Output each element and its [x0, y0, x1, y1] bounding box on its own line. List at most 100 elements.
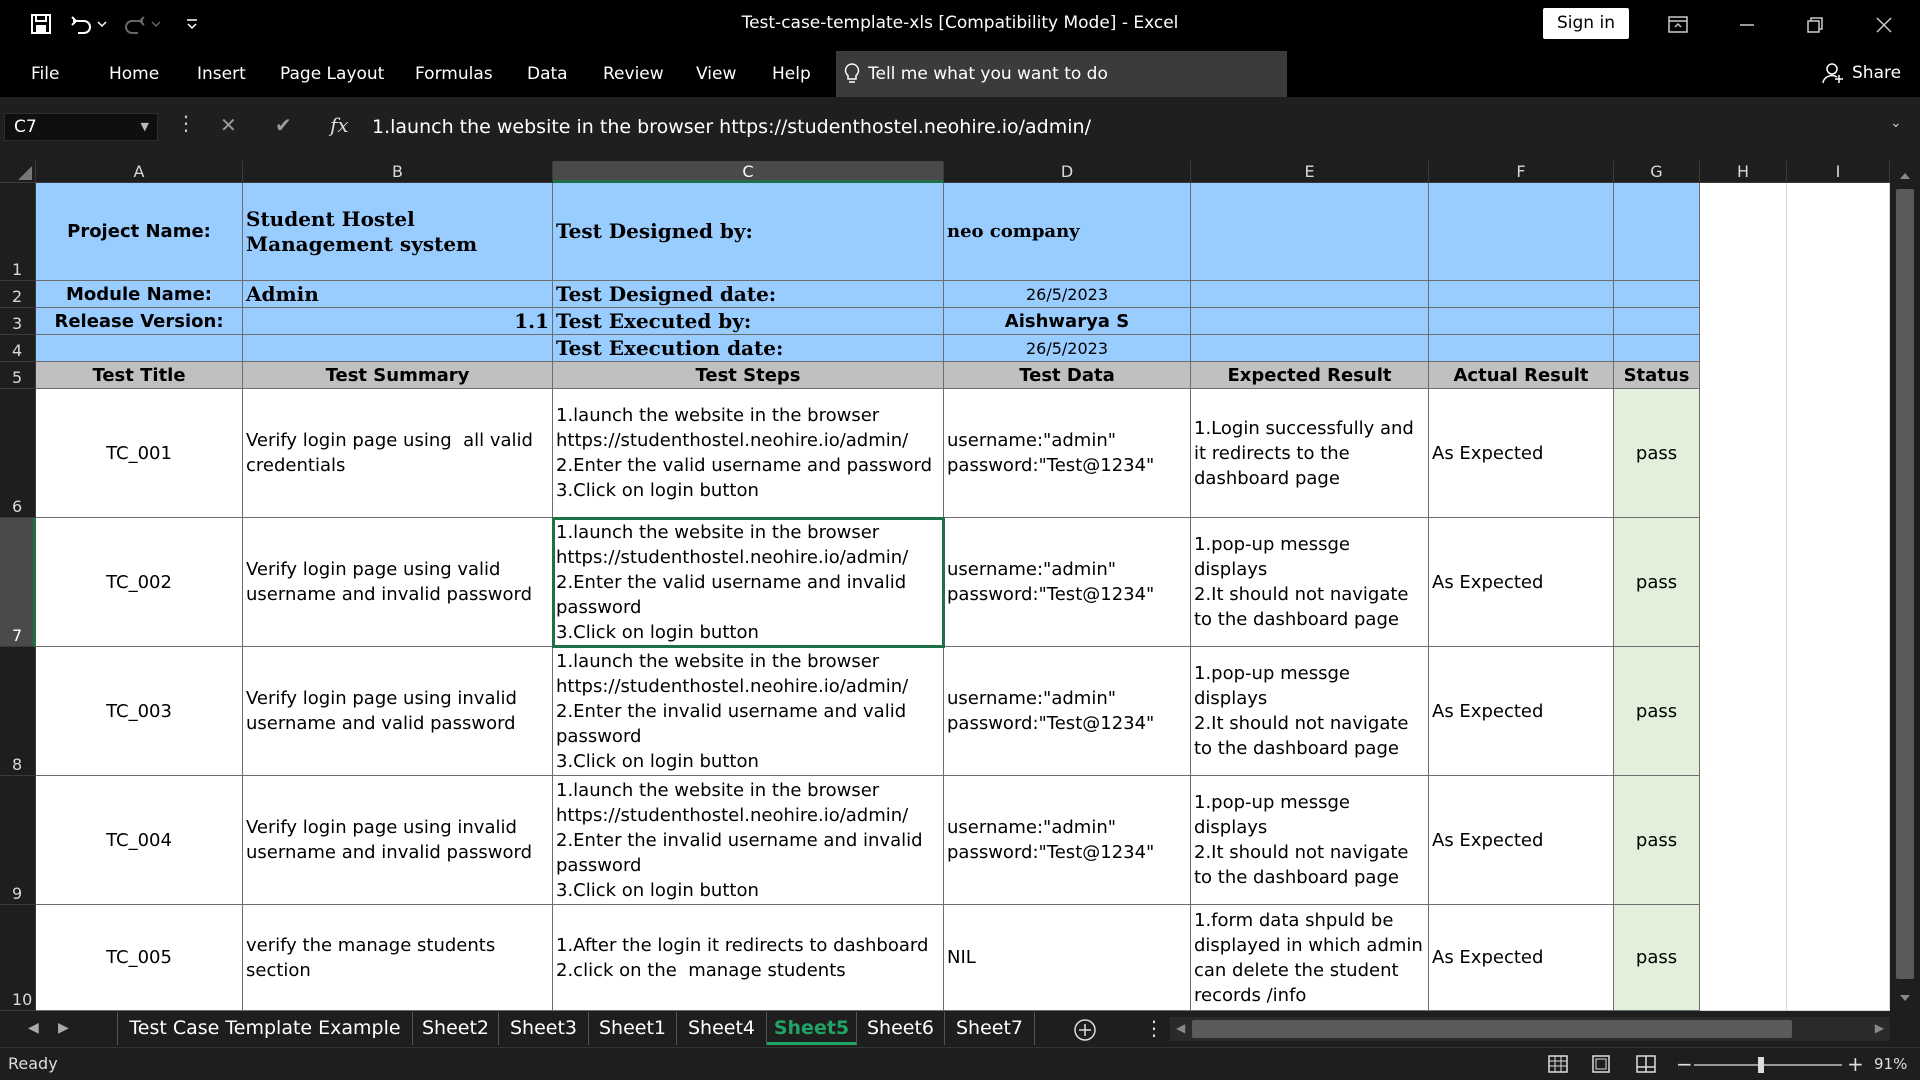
- zoom-in-icon[interactable]: +: [1847, 1052, 1864, 1076]
- cell-actual-result[interactable]: As Expected: [1429, 518, 1614, 647]
- cell-expected-result[interactable]: 1.Login successfully and it redirects to…: [1191, 389, 1429, 518]
- zoom-out-icon[interactable]: −: [1676, 1052, 1693, 1076]
- row-header-8[interactable]: 8: [0, 647, 36, 776]
- empty-cell[interactable]: [1429, 335, 1614, 362]
- header-test-summary[interactable]: Test Summary: [243, 362, 553, 389]
- header-expected-result[interactable]: Expected Result: [1191, 362, 1429, 389]
- cell-test-title[interactable]: TC_005: [36, 905, 243, 1011]
- cell-expected-result[interactable]: 1.pop-up messge displays 2.It should not…: [1191, 647, 1429, 776]
- cell-status[interactable]: pass: [1614, 905, 1700, 1011]
- empty-cell[interactable]: [1614, 183, 1700, 281]
- cell-actual-result[interactable]: As Expected: [1429, 647, 1614, 776]
- cell-test-title[interactable]: TC_004: [36, 776, 243, 905]
- header-actual-result[interactable]: Actual Result: [1429, 362, 1614, 389]
- row-header-5[interactable]: 5: [0, 362, 36, 389]
- cell-test-steps[interactable]: 1.After the login it redirects to dashbo…: [553, 905, 944, 1011]
- test-designed-by-value[interactable]: neo company: [944, 183, 1191, 281]
- cell-test-data[interactable]: username:"admin" password:"Test@1234": [944, 389, 1191, 518]
- cell-status[interactable]: pass: [1614, 776, 1700, 905]
- worksheet-grid[interactable]: A B C D E F G H I 1 2 3 4 5 6 7 8 9 10 P…: [0, 161, 1890, 1012]
- cell-test-steps[interactable]: 1.launch the website in the browser http…: [553, 647, 944, 776]
- zoom-slider[interactable]: [1694, 1064, 1842, 1066]
- cell-test-summary[interactable]: verify the manage students section: [243, 905, 553, 1011]
- cell-test-data[interactable]: NIL: [944, 905, 1191, 1011]
- column-header-h[interactable]: H: [1700, 161, 1787, 183]
- empty-cell[interactable]: [1429, 281, 1614, 308]
- sheet-tab-sheet2[interactable]: Sheet2: [413, 1012, 499, 1045]
- page-layout-view-icon[interactable]: [1592, 1055, 1610, 1073]
- cell-expected-result[interactable]: 1.form data shpuld be displayed in which…: [1191, 905, 1429, 1011]
- tab-help[interactable]: Help: [772, 64, 811, 84]
- zoom-level[interactable]: 91%: [1874, 1055, 1907, 1073]
- expand-formula-bar-icon[interactable]: ⌄: [1890, 115, 1902, 131]
- cell-test-data[interactable]: username:"admin" password:"Test@1234": [944, 518, 1191, 647]
- column-header-a[interactable]: A: [36, 161, 243, 183]
- name-box-dropdown-icon[interactable]: ▼: [141, 114, 149, 140]
- zoom-slider-thumb[interactable]: [1758, 1057, 1764, 1073]
- cancel-formula-icon[interactable]: ✕: [220, 113, 237, 137]
- more-options-icon[interactable]: ⋮: [176, 111, 196, 135]
- column-header-e[interactable]: E: [1191, 161, 1429, 183]
- tab-file[interactable]: File: [31, 64, 59, 84]
- ribbon-display-options-icon[interactable]: [1663, 10, 1693, 40]
- cell-expected-result[interactable]: 1.pop-up messge displays 2.It should not…: [1191, 776, 1429, 905]
- cell-test-title[interactable]: TC_002: [36, 518, 243, 647]
- column-header-g[interactable]: G: [1614, 161, 1700, 183]
- cell-test-steps[interactable]: 1.launch the website in the browser http…: [553, 518, 944, 647]
- row-header-1[interactable]: 1: [0, 183, 36, 281]
- header-test-title[interactable]: Test Title: [36, 362, 243, 389]
- test-executed-by-value[interactable]: Aishwarya S: [944, 308, 1191, 335]
- empty-cell[interactable]: [1191, 335, 1429, 362]
- horizontal-scroll-thumb[interactable]: [1192, 1020, 1792, 1038]
- empty-cell[interactable]: [1614, 335, 1700, 362]
- tab-formulas[interactable]: Formulas: [415, 64, 493, 84]
- row-header-10[interactable]: 10: [0, 905, 36, 1011]
- cell-actual-result[interactable]: As Expected: [1429, 389, 1614, 518]
- row-header-6[interactable]: 6: [0, 389, 36, 518]
- cell-test-steps[interactable]: 1.launch the website in the browser http…: [553, 389, 944, 518]
- cell-actual-result[interactable]: As Expected: [1429, 905, 1614, 1011]
- sheet-tab-sheet6[interactable]: Sheet6: [857, 1012, 945, 1045]
- tab-data[interactable]: Data: [527, 64, 568, 84]
- project-name-value[interactable]: Student Hostel Management system: [243, 183, 553, 281]
- cell-expected-result[interactable]: 1.pop-up messge displays 2.It should not…: [1191, 518, 1429, 647]
- sign-in-button[interactable]: Sign in: [1543, 8, 1629, 39]
- close-icon[interactable]: [1869, 10, 1899, 40]
- tab-view[interactable]: View: [696, 64, 736, 84]
- empty-cell[interactable]: [1191, 308, 1429, 335]
- empty-cell[interactable]: [1191, 281, 1429, 308]
- restore-icon[interactable]: [1800, 10, 1830, 40]
- sheet-tab-test-case-template-example[interactable]: Test Case Template Example: [117, 1012, 413, 1045]
- project-name-label[interactable]: Project Name:: [36, 183, 243, 281]
- column-header-b[interactable]: B: [243, 161, 553, 183]
- row-header-9[interactable]: 9: [0, 776, 36, 905]
- scroll-down-icon[interactable]: [1899, 993, 1911, 1003]
- share-button[interactable]: Share: [1822, 62, 1901, 84]
- cell-actual-result[interactable]: As Expected: [1429, 776, 1614, 905]
- empty-cell[interactable]: [1614, 308, 1700, 335]
- sheet-tab-sheet5[interactable]: Sheet5: [767, 1012, 857, 1045]
- header-test-data[interactable]: Test Data: [944, 362, 1191, 389]
- column-h-cells[interactable]: [1700, 183, 1787, 1011]
- scroll-up-icon[interactable]: [1899, 171, 1911, 181]
- sheet-tab-sheet7[interactable]: Sheet7: [945, 1012, 1035, 1045]
- cell-test-data[interactable]: username:"admin" password:"Test@1234": [944, 776, 1191, 905]
- release-version-label[interactable]: Release Version:: [36, 308, 243, 335]
- cell-test-title[interactable]: TC_003: [36, 647, 243, 776]
- sheet-tab-sheet1[interactable]: Sheet1: [589, 1012, 677, 1045]
- scroll-left-icon[interactable]: ◀: [1176, 1021, 1185, 1035]
- sheet-options-icon[interactable]: ⋮: [1144, 1016, 1164, 1040]
- tab-insert[interactable]: Insert: [197, 64, 246, 84]
- tab-home[interactable]: Home: [109, 64, 159, 84]
- cell-test-summary[interactable]: Verify login page using invalid username…: [243, 776, 553, 905]
- column-header-c[interactable]: C: [553, 161, 944, 183]
- cell-status[interactable]: pass: [1614, 389, 1700, 518]
- page-break-preview-icon[interactable]: [1636, 1055, 1656, 1073]
- vertical-scrollbar[interactable]: [1890, 161, 1920, 1012]
- name-box[interactable]: C7 ▼: [4, 113, 158, 141]
- row-header-4[interactable]: 4: [0, 335, 36, 362]
- minimize-icon[interactable]: [1732, 10, 1762, 40]
- cell-test-summary[interactable]: Verify login page using invalid username…: [243, 647, 553, 776]
- empty-cell[interactable]: [1191, 183, 1429, 281]
- cell-test-summary[interactable]: Verify login page using valid username a…: [243, 518, 553, 647]
